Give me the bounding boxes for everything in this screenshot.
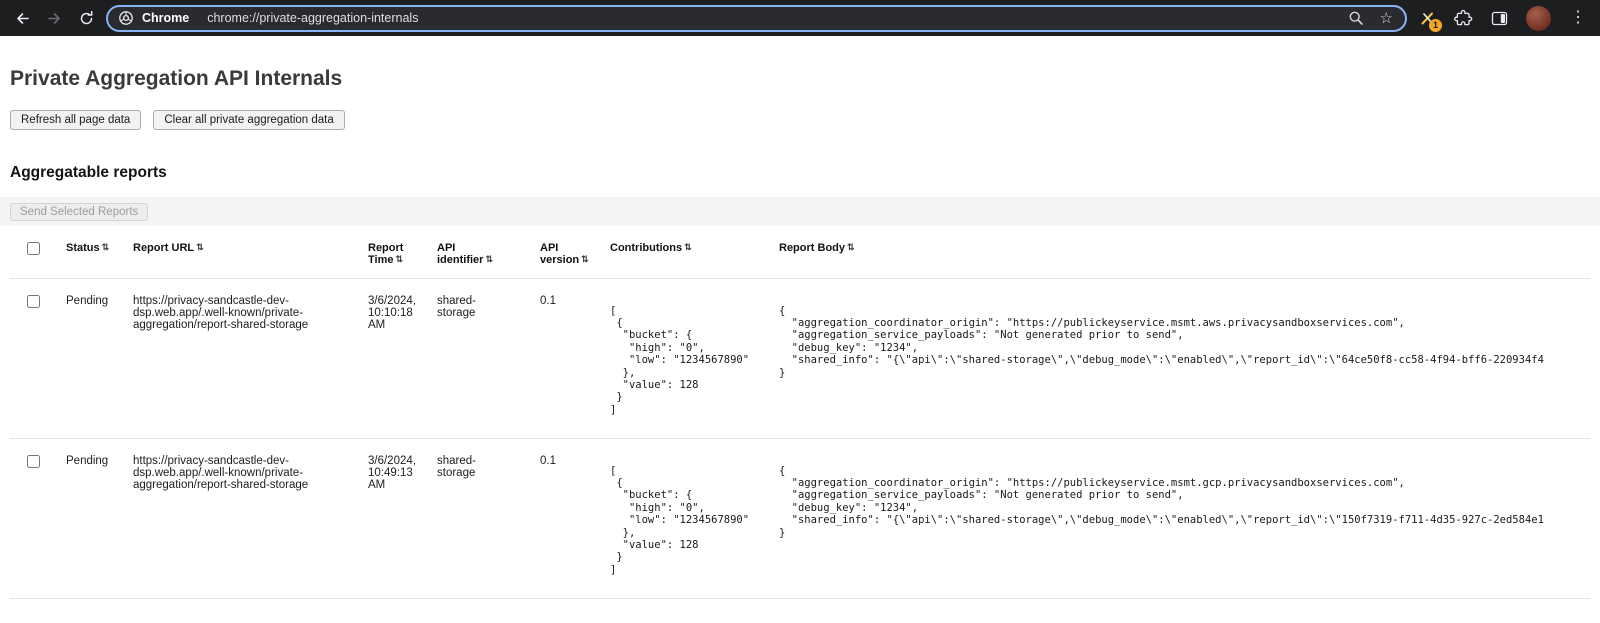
section-title-aggregatable-reports: Aggregatable reports: [10, 163, 1600, 182]
col-header-report-body[interactable]: Report Body⇅: [779, 226, 1590, 278]
table-row: Pending https://privacy-sandcastle-dev-d…: [10, 438, 1590, 598]
forward-button[interactable]: [38, 3, 70, 33]
refresh-all-page-data-button[interactable]: Refresh all page data: [10, 110, 141, 130]
row-select-cell: [10, 278, 66, 438]
page-title: Private Aggregation API Internals: [10, 66, 1600, 92]
col-header-report-url-label: Report URL: [133, 242, 194, 254]
extension-badge: 1: [1429, 19, 1442, 32]
contributions-cell: [ { "bucket": { "high": "0", "low": "123…: [610, 438, 779, 598]
col-header-contributions[interactable]: Contributions⇅: [610, 226, 779, 278]
reports-toolbar: Send Selected Reports: [0, 197, 1600, 226]
reload-button[interactable]: [70, 3, 102, 33]
col-header-api-identifier[interactable]: API identifier⇅: [437, 226, 540, 278]
contributions-json: [ { "bucket": { "high": "0", "low": "123…: [610, 305, 771, 417]
chrome-logo-icon: [118, 10, 134, 26]
page-actions: Refresh all page data Clear all private …: [10, 110, 1600, 130]
row-checkbox[interactable]: [27, 455, 40, 468]
api-identifier-value: shared-storage: [437, 295, 489, 319]
pinned-extension-icon[interactable]: 1: [1417, 8, 1437, 28]
report-body-cell: { "aggregation_coordinator_origin": "htt…: [779, 438, 1590, 598]
contributions-cell: [ { "bucket": { "high": "0", "low": "123…: [610, 278, 779, 438]
menu-kebab-icon[interactable]: ⋮: [1568, 10, 1588, 26]
page-content: Private Aggregation API Internals Refres…: [0, 36, 1600, 599]
col-header-status[interactable]: Status⇅: [66, 226, 133, 278]
report-time-cell: 3/6/2024, 10:49:13 AM: [368, 438, 437, 598]
col-header-api-version[interactable]: API version⇅: [540, 226, 610, 278]
col-header-api-identifier-label: API identifier: [437, 242, 483, 266]
sort-icon: ⇅: [102, 242, 110, 252]
bookmark-star-icon[interactable]: ☆: [1380, 11, 1393, 26]
col-header-status-label: Status: [66, 242, 100, 254]
col-header-report-body-label: Report Body: [779, 242, 845, 254]
col-header-contributions-label: Contributions: [610, 242, 682, 254]
forward-arrow-icon: [46, 10, 63, 27]
col-header-api-version-label: API version: [540, 242, 579, 266]
sort-icon: ⇅: [485, 254, 493, 264]
zoom-icon[interactable]: [1348, 10, 1364, 26]
sort-icon: ⇅: [684, 242, 692, 252]
side-panel-icon[interactable]: [1490, 9, 1509, 28]
status-cell: Pending: [66, 438, 133, 598]
row-checkbox[interactable]: [27, 295, 40, 308]
aggregatable-reports-table: Status⇅ Report URL⇅ Report Time⇅ API ide…: [10, 226, 1590, 599]
clear-all-private-aggregation-data-button[interactable]: Clear all private aggregation data: [153, 110, 344, 130]
select-all-header-cell: [10, 226, 66, 278]
omnibox[interactable]: Chrome chrome://private-aggregation-inte…: [106, 5, 1407, 32]
api-version-cell: 0.1: [540, 438, 610, 598]
api-identifier-cell: shared-storage: [437, 278, 540, 438]
table-header-row: Status⇅ Report URL⇅ Report Time⇅ API ide…: [10, 226, 1590, 278]
select-all-checkbox[interactable]: [27, 242, 40, 255]
sort-icon: ⇅: [847, 242, 855, 252]
omnibox-url: chrome://private-aggregation-internals: [207, 11, 418, 25]
contributions-json: [ { "bucket": { "high": "0", "low": "123…: [610, 465, 771, 577]
omnibox-chip-label: Chrome: [142, 11, 189, 25]
row-select-cell: [10, 438, 66, 598]
report-body-json: { "aggregation_coordinator_origin": "htt…: [779, 305, 1582, 379]
report-url-cell: https://privacy-sandcastle-dev-dsp.web.a…: [133, 438, 368, 598]
status-cell: Pending: [66, 278, 133, 438]
back-arrow-icon: [14, 10, 31, 27]
avatar[interactable]: [1526, 6, 1551, 31]
sort-icon: ⇅: [395, 254, 403, 264]
col-header-report-url[interactable]: Report URL⇅: [133, 226, 368, 278]
report-url-cell: https://privacy-sandcastle-dev-dsp.web.a…: [133, 278, 368, 438]
col-header-report-time[interactable]: Report Time⇅: [368, 226, 437, 278]
send-selected-reports-button[interactable]: Send Selected Reports: [10, 203, 148, 221]
report-body-cell: { "aggregation_coordinator_origin": "htt…: [779, 278, 1590, 438]
sort-icon: ⇅: [196, 242, 204, 252]
back-button[interactable]: [6, 3, 38, 33]
report-time-cell: 3/6/2024, 10:10:18 AM: [368, 278, 437, 438]
extensions-puzzle-icon[interactable]: [1454, 9, 1473, 28]
table-row: Pending https://privacy-sandcastle-dev-d…: [10, 278, 1590, 438]
api-version-cell: 0.1: [540, 278, 610, 438]
sort-icon: ⇅: [581, 254, 589, 264]
api-identifier-value: shared-storage: [437, 455, 489, 479]
api-identifier-cell: shared-storage: [437, 438, 540, 598]
browser-toolbar: Chrome chrome://private-aggregation-inte…: [0, 0, 1600, 36]
reload-icon: [78, 10, 95, 27]
report-body-json: { "aggregation_coordinator_origin": "htt…: [779, 465, 1582, 539]
